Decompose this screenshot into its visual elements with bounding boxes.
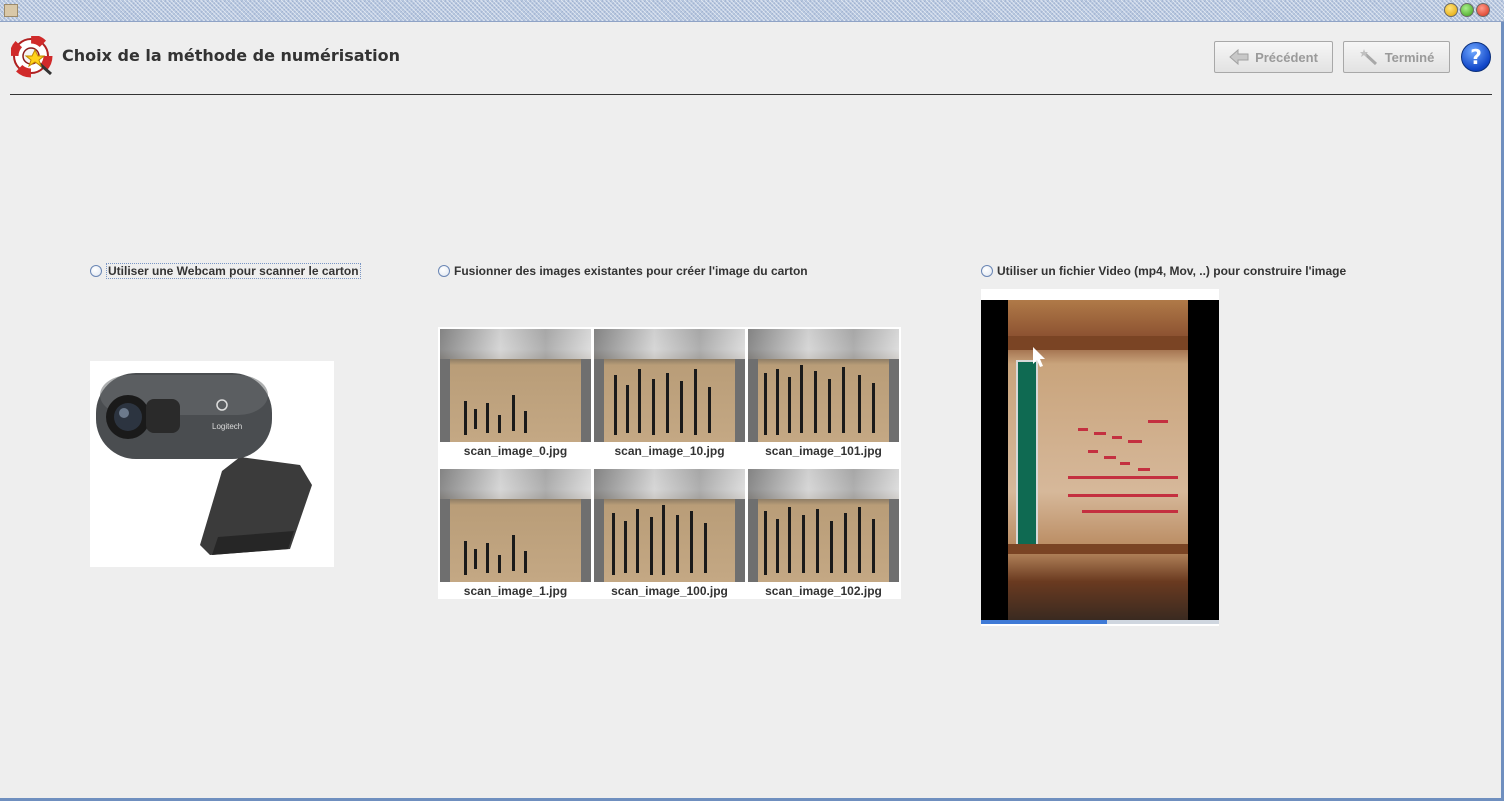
image-thumbnail: scan_image_1.jpg bbox=[440, 469, 591, 598]
image-filename: scan_image_100.jpg bbox=[611, 584, 728, 598]
previous-button[interactable]: Précédent bbox=[1214, 41, 1333, 73]
scan-image-preview bbox=[440, 329, 591, 442]
video-option-label[interactable]: Utiliser un fichier Video (mp4, Mov, ..)… bbox=[997, 264, 1346, 278]
video-preview[interactable] bbox=[981, 289, 1219, 626]
image-filename: scan_image_10.jpg bbox=[614, 444, 725, 458]
window-menu-icon[interactable] bbox=[4, 4, 18, 17]
merge-images-option-label[interactable]: Fusionner des images existantes pour cré… bbox=[454, 264, 808, 278]
image-filename: scan_image_101.jpg bbox=[765, 444, 882, 458]
previous-button-label: Précédent bbox=[1255, 49, 1318, 65]
logitech-logo: Logitech bbox=[212, 422, 242, 431]
video-option[interactable]: Utiliser un fichier Video (mp4, Mov, ..)… bbox=[981, 263, 1346, 279]
image-thumbnail: scan_image_101.jpg bbox=[748, 329, 899, 458]
finish-button[interactable]: Terminé bbox=[1343, 41, 1450, 73]
webcam-radio[interactable] bbox=[90, 265, 102, 277]
header-divider bbox=[10, 94, 1492, 95]
merge-images-option[interactable]: Fusionner des images existantes pour cré… bbox=[438, 263, 808, 279]
scan-image-preview bbox=[748, 329, 899, 442]
maximize-icon[interactable] bbox=[1460, 3, 1474, 17]
image-thumbnail: scan_image_100.jpg bbox=[594, 469, 745, 598]
finish-button-label: Terminé bbox=[1384, 49, 1435, 65]
page-title: Choix de la méthode de numérisation bbox=[62, 46, 401, 65]
video-frame-image bbox=[1008, 300, 1188, 620]
video-radio[interactable] bbox=[981, 265, 993, 277]
scan-image-preview bbox=[594, 329, 745, 442]
image-thumbnail: scan_image_10.jpg bbox=[594, 329, 745, 458]
video-progress-fill bbox=[981, 620, 1108, 624]
image-grid: scan_image_0.jpg scan_image_10.jpg scan_… bbox=[438, 327, 901, 599]
image-thumbnail: scan_image_0.jpg bbox=[440, 329, 591, 458]
video-progress-bar[interactable] bbox=[981, 620, 1219, 624]
wizard-lifebuoy-icon bbox=[9, 34, 55, 78]
image-filename: scan_image_0.jpg bbox=[463, 444, 568, 458]
help-button[interactable]: ? bbox=[1461, 42, 1491, 72]
scan-image-preview bbox=[748, 469, 899, 582]
scan-image-preview bbox=[440, 469, 591, 582]
video-frame bbox=[981, 300, 1219, 620]
minimize-icon[interactable] bbox=[1444, 3, 1458, 17]
merge-images-radio[interactable] bbox=[438, 265, 450, 277]
webcam-image: Logitech bbox=[90, 361, 334, 567]
help-icon: ? bbox=[1470, 45, 1482, 69]
image-thumbnail: scan_image_102.jpg bbox=[748, 469, 899, 598]
image-filename: scan_image_102.jpg bbox=[765, 584, 882, 598]
close-icon[interactable] bbox=[1476, 3, 1490, 17]
image-filename: scan_image_1.jpg bbox=[463, 584, 568, 598]
window-title-bar[interactable] bbox=[0, 0, 1504, 22]
back-arrow-icon bbox=[1229, 49, 1249, 65]
webcam-option-label[interactable]: Utiliser une Webcam pour scanner le cart… bbox=[106, 263, 361, 279]
webcam-option[interactable]: Utiliser une Webcam pour scanner le cart… bbox=[90, 263, 361, 279]
magic-wand-icon bbox=[1359, 49, 1377, 65]
scan-image-preview bbox=[594, 469, 745, 582]
